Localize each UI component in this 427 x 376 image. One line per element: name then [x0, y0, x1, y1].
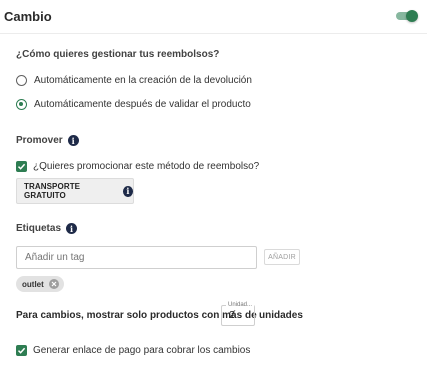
section-title: Cambio: [4, 9, 52, 24]
units-input[interactable]: Unidad... 2: [221, 301, 255, 326]
info-icon[interactable]: i: [67, 135, 79, 146]
close-icon[interactable]: [48, 279, 59, 289]
checkbox[interactable]: [16, 160, 27, 172]
radio-label: Automáticamente después de validar el pr…: [34, 98, 251, 110]
etiquetas-heading: Etiquetas i: [16, 223, 78, 234]
checkbox-label: ¿Quieres promocionar este método de reem…: [33, 160, 260, 172]
payment-link-checkbox-row[interactable]: Generar enlace de pago para cobrar los c…: [16, 344, 250, 356]
checkbox[interactable]: [16, 344, 27, 356]
info-icon[interactable]: i: [66, 223, 78, 234]
tag-input[interactable]: [16, 246, 257, 269]
exchange-toggle[interactable]: [396, 10, 418, 22]
section-header: Cambio: [0, 0, 427, 34]
info-icon[interactable]: i: [122, 185, 133, 197]
units-suffix: unidades: [259, 310, 303, 321]
toggle-thumb: [406, 10, 418, 22]
units-field-label: Unidad...: [226, 301, 255, 309]
radio-button[interactable]: [16, 74, 27, 86]
tag-chip-label: outlet: [22, 279, 44, 289]
refund-option-after-validation[interactable]: Automáticamente después de validar el pr…: [16, 97, 251, 111]
radio-button-selected[interactable]: [16, 98, 27, 110]
check-icon: [17, 163, 26, 170]
tag-chip: outlet: [16, 276, 64, 292]
refund-question: ¿Cómo quieres gestionar tus reembolsos?: [16, 49, 220, 60]
radio-label: Automáticamente en la creación de la dev…: [34, 74, 252, 86]
promover-label: Promover: [16, 135, 63, 146]
units-value: 2: [229, 310, 235, 321]
promote-refund-checkbox-row[interactable]: ¿Quieres promocionar este método de reem…: [16, 160, 259, 172]
etiquetas-label: Etiquetas: [16, 223, 62, 234]
free-shipping-option[interactable]: TRANSPORTE GRATUITO i: [16, 178, 134, 204]
free-shipping-label: TRANSPORTE GRATUITO: [24, 182, 81, 200]
refund-option-on-creation[interactable]: Automáticamente en la creación de la dev…: [16, 73, 252, 87]
radio-dot: [19, 101, 23, 106]
check-icon: [17, 347, 26, 354]
promover-heading: Promover i: [16, 135, 79, 146]
add-tag-button[interactable]: AÑADIR: [264, 249, 300, 265]
checkbox-label: Generar enlace de pago para cobrar los c…: [33, 344, 251, 356]
